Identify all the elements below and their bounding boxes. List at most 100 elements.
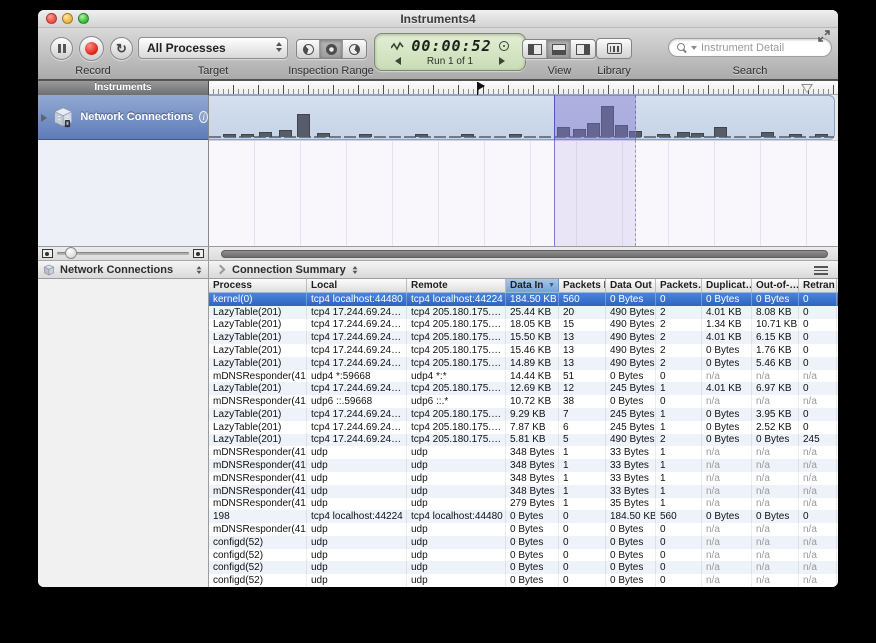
table-row[interactable]: LazyTable(201)tcp4 17.244.69.24…tcp4 205… (209, 331, 838, 344)
table-cell: tcp4 205.180.175.… (407, 344, 506, 357)
selection-end-marker[interactable] (801, 84, 813, 93)
column-header-duplicat[interactable]: Duplicat… (702, 279, 752, 292)
table-row[interactable]: mDNSResponder(41)udpudp348 Bytes133 Byte… (209, 459, 838, 472)
table-row[interactable]: LazyTable(201)tcp4 17.244.69.24…tcp4 205… (209, 421, 838, 434)
sort-descending-icon: ▼ (548, 282, 555, 289)
table-cell: n/a (799, 459, 837, 472)
column-header-local[interactable]: Local (307, 279, 407, 292)
view-right-pane-button[interactable] (571, 40, 595, 58)
horizontal-scrollbar[interactable] (209, 247, 838, 260)
search-field[interactable]: Instrument Detail (668, 38, 832, 57)
table-row[interactable]: LazyTable(201)tcp4 17.244.69.24…tcp4 205… (209, 306, 838, 319)
target-popup[interactable]: All Processes (138, 37, 288, 59)
library-button[interactable] (596, 38, 632, 59)
extended-detail-pane (38, 279, 209, 587)
inspection-range-segmented (296, 39, 367, 59)
network-track[interactable] (209, 95, 835, 140)
table-row[interactable]: mDNSResponder(41)udpudp348 Bytes133 Byte… (209, 446, 838, 459)
inspection-range-current-button[interactable] (320, 40, 343, 58)
table-cell: 20 (559, 306, 606, 319)
column-header-remote[interactable]: Remote (407, 279, 506, 292)
view-selector[interactable]: Connection Summary (232, 264, 346, 276)
table-row[interactable]: kernel(0)tcp4 localhost:44480tcp4 localh… (209, 293, 838, 306)
table-cell: 0 (799, 357, 837, 370)
column-header-packets-in[interactable]: Packets In (559, 279, 606, 292)
toolbar-toggle-icon[interactable] (818, 30, 830, 42)
table-cell: udp (307, 561, 407, 574)
table-row[interactable]: LazyTable(201)tcp4 17.244.69.24…tcp4 205… (209, 382, 838, 395)
table-row[interactable]: mDNSResponder(41)udpudp0 Bytes00 Bytes0n… (209, 523, 838, 536)
traffic-lights (46, 13, 89, 24)
table-cell: 2 (656, 434, 702, 447)
options-menu-icon[interactable] (814, 266, 828, 275)
title-bar[interactable]: Instruments4 (38, 10, 838, 28)
table-cell: n/a (752, 536, 799, 549)
table-row[interactable]: LazyTable(201)tcp4 17.244.69.24…tcp4 205… (209, 319, 838, 332)
table-row[interactable]: mDNSResponder(41)udpudp279 Bytes135 Byte… (209, 498, 838, 511)
histogram-bar (359, 134, 372, 137)
zoom-window-button[interactable] (78, 13, 89, 24)
playhead-flag-icon[interactable] (477, 82, 478, 95)
table-cell: 0 Bytes (702, 510, 752, 523)
column-header-process[interactable]: Process (209, 279, 307, 292)
table-row[interactable]: mDNSResponder(41)udpudp348 Bytes133 Byte… (209, 485, 838, 498)
column-header-packets[interactable]: Packets… (656, 279, 702, 292)
zoom-in-track-icon[interactable] (193, 249, 204, 258)
instrument-selector[interactable]: Network Connections (38, 261, 209, 278)
previous-run-button[interactable] (395, 57, 401, 65)
table-cell: 0 Bytes (606, 561, 656, 574)
table-row[interactable]: LazyTable(201)tcp4 17.244.69.24…tcp4 205… (209, 434, 838, 447)
table-row[interactable]: configd(52)udpudp0 Bytes00 Bytes0n/an/an… (209, 574, 838, 587)
info-icon[interactable]: i (199, 111, 208, 123)
histogram-bar (297, 114, 310, 137)
table-row[interactable]: LazyTable(201)tcp4 17.244.69.24…tcp4 205… (209, 357, 838, 370)
column-header-data-in[interactable]: Data In▼ (506, 279, 559, 292)
table-row[interactable]: configd(52)udpudp0 Bytes00 Bytes0n/an/an… (209, 536, 838, 549)
inspection-range-end-button[interactable] (343, 40, 366, 58)
column-header-data-out[interactable]: Data Out (606, 279, 656, 292)
record-button[interactable] (79, 36, 104, 61)
loop-button[interactable]: ↻ (110, 37, 133, 60)
histogram-bar (657, 134, 670, 137)
table-cell: 560 (656, 510, 702, 523)
pause-button[interactable] (50, 37, 73, 60)
table-cell: 0 Bytes (606, 574, 656, 587)
zoom-slider-thumb[interactable] (65, 247, 77, 259)
next-run-button[interactable] (499, 57, 505, 65)
table-row[interactable]: LazyTable(201)tcp4 17.244.69.24…tcp4 205… (209, 408, 838, 421)
table-row[interactable]: mDNSResponder(41)udp6 ::.59668udp6 ::.*1… (209, 395, 838, 408)
zoom-slider[interactable] (57, 252, 189, 255)
close-button[interactable] (46, 13, 57, 24)
time-ruler[interactable] (209, 81, 838, 95)
view-bottom-pane-button[interactable] (547, 40, 571, 58)
table-cell: 0 Bytes (606, 536, 656, 549)
table-row[interactable]: mDNSResponder(41)udp4 *:59668udp4 *:*14.… (209, 370, 838, 383)
inspection-range-label: Inspection Range (276, 65, 386, 77)
table-row[interactable]: mDNSResponder(41)udpudp348 Bytes133 Byte… (209, 472, 838, 485)
minimize-button[interactable] (62, 13, 73, 24)
table-cell: 0 (799, 344, 837, 357)
zoom-out-track-icon[interactable] (42, 249, 53, 258)
disclosure-triangle-icon[interactable] (41, 114, 47, 122)
view-left-pane-button[interactable] (523, 40, 547, 58)
table-row[interactable]: 198tcp4 localhost:44224tcp4 localhost:44… (209, 510, 838, 523)
table-row[interactable]: configd(52)udpudp0 Bytes00 Bytes0n/an/an… (209, 561, 838, 574)
table-cell: 10.71 KB (752, 319, 799, 332)
column-header-retran[interactable]: Retran (799, 279, 837, 292)
table-cell: 13 (559, 331, 606, 344)
horizontal-scrollbar-thumb[interactable] (221, 250, 828, 258)
inspection-range-start-button[interactable] (297, 40, 320, 58)
table-cell: 0 (656, 549, 702, 562)
table-cell: 184.50 KB (506, 293, 559, 306)
table-cell: udp (407, 446, 506, 459)
instrument-row-network-connections[interactable]: Network Connections i (38, 95, 208, 140)
column-header-out-of[interactable]: Out-of-… (752, 279, 799, 292)
table-cell: 8.08 KB (752, 306, 799, 319)
table-row[interactable]: LazyTable(201)tcp4 17.244.69.24…tcp4 205… (209, 344, 838, 357)
histogram-bar (714, 127, 727, 137)
selection-overlay[interactable] (554, 95, 636, 140)
table-row[interactable]: configd(52)udpudp0 Bytes00 Bytes0n/an/an… (209, 549, 838, 562)
timeline-track-area[interactable] (209, 95, 838, 246)
table-cell: 13 (559, 357, 606, 370)
table-cell: 12.69 KB (506, 382, 559, 395)
